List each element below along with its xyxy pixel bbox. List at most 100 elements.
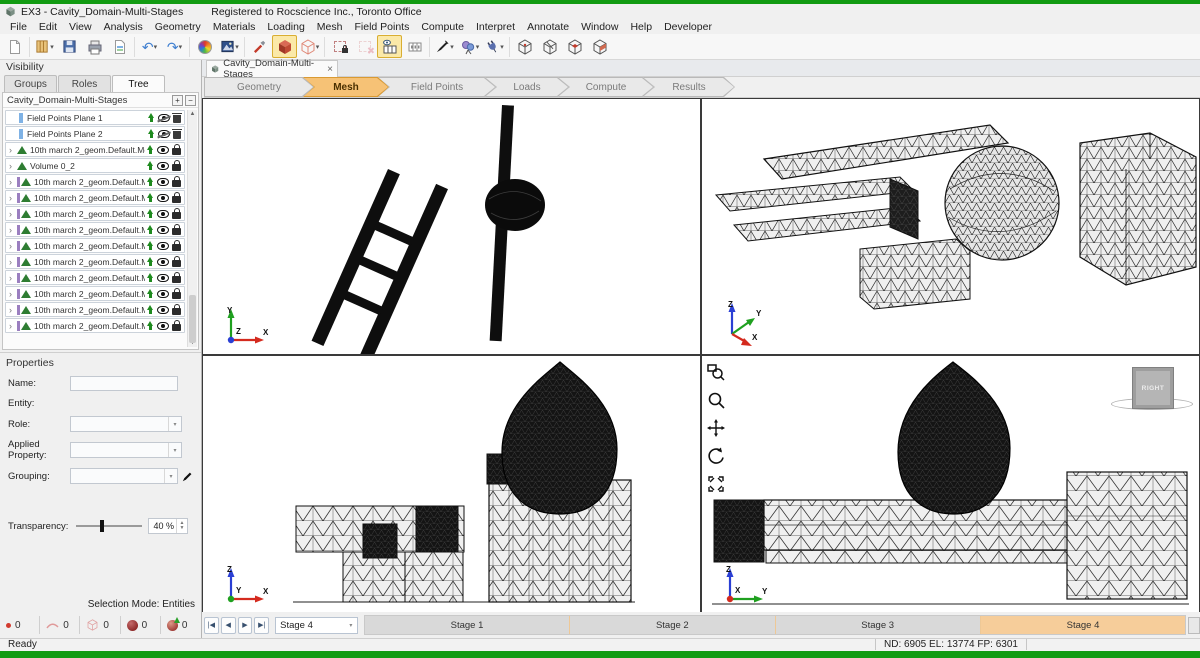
expand-icon[interactable]: › — [9, 194, 17, 202]
transparency-slider[interactable] — [76, 525, 142, 527]
undo-button[interactable]: ↶▾ — [137, 35, 162, 58]
close-tab-icon[interactable]: × — [327, 64, 333, 75]
viewport-top-right[interactable]: Z Y X — [702, 99, 1199, 354]
view-cube-1-button[interactable] — [512, 35, 537, 58]
menu-edit[interactable]: Edit — [33, 21, 63, 33]
visibility-on-icon[interactable] — [157, 226, 169, 234]
new-file-button[interactable] — [2, 35, 27, 58]
menu-window[interactable]: Window — [575, 21, 624, 33]
visibility-on-icon[interactable] — [157, 322, 169, 330]
workflow-step-results[interactable]: Results — [643, 77, 735, 97]
spin-down-icon[interactable]: ▼ — [180, 526, 185, 531]
lock-icon[interactable] — [172, 276, 181, 283]
scrollbar-thumb[interactable] — [189, 295, 196, 343]
menu-annotate[interactable]: Annotate — [521, 21, 575, 33]
tree-item[interactable]: ›10th march 2_geom.Default.Mesh 2_1 — [5, 238, 185, 253]
visibility-on-icon[interactable] — [157, 290, 169, 298]
dropdown-caret-icon[interactable]: ▾ — [476, 43, 480, 51]
expand-icon[interactable]: › — [9, 178, 17, 186]
visibility-on-icon[interactable] — [157, 210, 169, 218]
delete-icon[interactable] — [173, 115, 181, 123]
stage-up-icon[interactable] — [147, 321, 153, 326]
redo-button[interactable]: ↷▾ — [162, 35, 187, 58]
expand-icon[interactable]: › — [9, 242, 17, 250]
menu-interpret[interactable]: Interpret — [470, 21, 521, 33]
visibility-on-icon[interactable] — [157, 258, 169, 266]
visibility-on-icon[interactable] — [157, 194, 169, 202]
name-field[interactable] — [70, 376, 178, 391]
role-select[interactable]: ▾ — [70, 416, 182, 432]
tree-item[interactable]: ›10th march 2_geom.Default.Mesh 1_1 — [5, 254, 185, 269]
visibility-on-icon[interactable] — [157, 162, 169, 170]
expand-icon[interactable]: › — [9, 274, 17, 282]
visibility-on-icon[interactable] — [157, 178, 169, 186]
visibility-on-icon[interactable] — [157, 146, 169, 154]
expand-icon[interactable]: › — [9, 162, 17, 170]
dropdown-caret-icon[interactable]: ▾ — [316, 43, 320, 51]
save-button[interactable] — [57, 35, 82, 58]
expand-icon[interactable]: › — [9, 322, 17, 330]
workflow-step-geometry[interactable]: Geometry — [204, 77, 314, 97]
menu-compute[interactable]: Compute — [415, 21, 470, 33]
tree-item[interactable]: ›10th march 2_geom.Default.Mesh 4_1 — [5, 318, 185, 333]
visibility-on-icon[interactable] — [157, 274, 169, 282]
last-stage-button[interactable]: ▶| — [254, 617, 269, 634]
selection-remove-button[interactable] — [352, 35, 377, 58]
report-button[interactable] — [107, 35, 132, 58]
tools-button[interactable] — [247, 35, 272, 58]
stage-up-icon[interactable] — [147, 305, 153, 310]
tree-item[interactable]: ›10th march 2_geom.Default.Mesh 9_1 — [5, 190, 185, 205]
workflow-step-mesh[interactable]: Mesh — [303, 77, 389, 97]
document-tab[interactable]: Cavity_Domain-Multi-Stages × — [206, 60, 338, 77]
edit-pencil-icon[interactable] — [182, 471, 193, 482]
tree-item[interactable]: ›10th march 2_geom.Default.Mesh 7_1 — [5, 270, 185, 285]
expand-icon[interactable]: › — [9, 210, 17, 218]
stage-up-icon[interactable] — [147, 209, 153, 214]
scene-image-button[interactable]: ▾ — [217, 35, 242, 58]
expand-icon[interactable]: › — [9, 258, 17, 266]
dropdown-caret-icon[interactable]: ▾ — [235, 43, 239, 51]
menu-geometry[interactable]: Geometry — [149, 21, 207, 33]
stage-up-icon[interactable] — [147, 161, 153, 166]
lock-icon[interactable] — [172, 212, 181, 219]
lock-icon[interactable] — [172, 180, 181, 187]
lock-icon[interactable] — [172, 164, 181, 171]
tree-item[interactable]: ›10th march 2_geom.Default.Mesh 13, — [5, 174, 185, 189]
tree-item[interactable]: ›10th march 2_geom.Default.Mesh 9_1 — [5, 206, 185, 221]
print-button[interactable] — [82, 35, 107, 58]
stage-up-icon[interactable] — [147, 257, 153, 262]
tree-root-row[interactable]: Cavity_Domain-Multi-Stages + − — [3, 93, 198, 108]
tab-stage-2[interactable]: Stage 2 — [569, 616, 774, 634]
dropdown-caret-icon[interactable]: ▾ — [168, 443, 181, 457]
view-cube-3-button[interactable] — [562, 35, 587, 58]
visibility-off-icon[interactable] — [158, 130, 170, 138]
query-points-button[interactable]: ▾ — [457, 35, 482, 58]
stage-up-icon[interactable] — [147, 289, 153, 294]
tab-stage-1[interactable]: Stage 1 — [365, 616, 569, 634]
zoom-window-button[interactable] — [706, 362, 726, 382]
show-entity-numbers-button[interactable] — [377, 35, 402, 58]
tree-item[interactable]: ›10th march 2_geom.Default.Mesh 5_1 — [5, 222, 185, 237]
first-stage-button[interactable]: |◀ — [204, 617, 219, 634]
lock-icon[interactable] — [172, 308, 181, 315]
show-node-numbers-button[interactable] — [402, 35, 427, 58]
view-cube-2-button[interactable] — [537, 35, 562, 58]
tree-item[interactable]: Field Points Plane 1 — [5, 110, 185, 125]
dropdown-caret-icon[interactable]: ▾ — [50, 43, 54, 51]
fit-view-button[interactable] — [706, 474, 726, 494]
dropdown-caret-icon[interactable]: ▾ — [345, 622, 357, 629]
menu-view[interactable]: View — [63, 21, 98, 33]
selection-window-lock-button[interactable] — [327, 35, 352, 58]
menu-loading[interactable]: Loading — [261, 21, 310, 33]
menu-materials[interactable]: Materials — [207, 21, 262, 33]
menu-mesh[interactable]: Mesh — [311, 21, 349, 33]
stage-up-icon[interactable] — [147, 145, 153, 150]
expand-icon[interactable]: › — [9, 146, 17, 154]
scroll-up-icon[interactable]: ▲ — [188, 111, 197, 117]
tree-item[interactable]: Field Points Plane 2 — [5, 126, 185, 141]
menu-analysis[interactable]: Analysis — [98, 21, 149, 33]
stage-up-icon[interactable] — [147, 177, 153, 182]
workflow-step-compute[interactable]: Compute — [558, 77, 654, 97]
zoom-button[interactable] — [706, 390, 726, 410]
lock-icon[interactable] — [172, 324, 181, 331]
